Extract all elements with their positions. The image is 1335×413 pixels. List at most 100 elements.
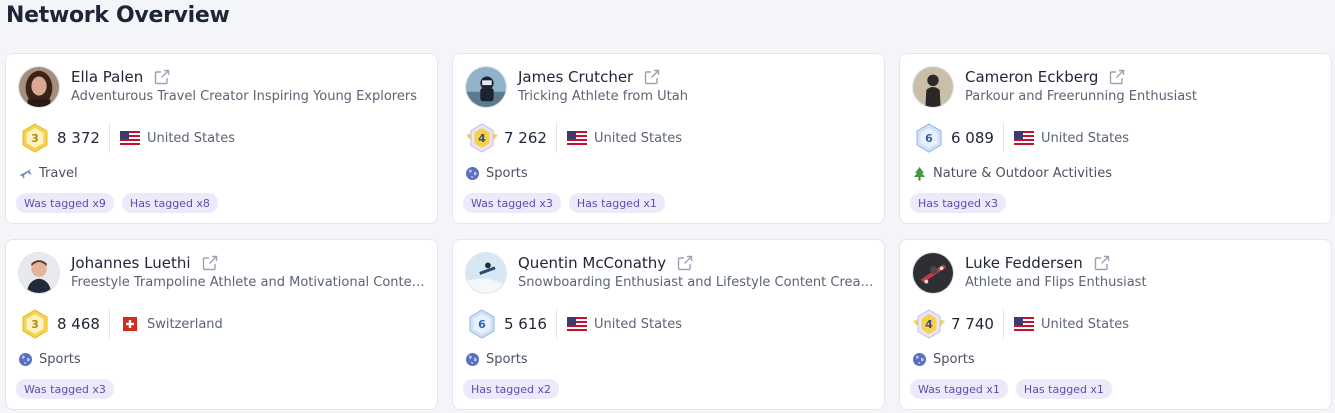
external-link-icon[interactable] [153, 68, 171, 86]
profile-card[interactable]: Johannes Luethi Freestyle Trampoline Ath… [5, 239, 438, 410]
tag-list: Was tagged x9 Has tagged x8 [16, 193, 218, 213]
profile-stats: 3 8 468 Switzerland [18, 309, 223, 339]
tag-pill[interactable]: Was tagged x9 [16, 193, 114, 213]
tag-pill[interactable]: Has tagged x3 [910, 193, 1007, 213]
rank-number: 6 [925, 131, 933, 145]
divider [555, 309, 557, 339]
tag-list: Was tagged x3 [16, 379, 114, 399]
profile-headline: Tricking Athlete from Utah [518, 89, 688, 104]
tag-list: Has tagged x3 [910, 193, 1007, 213]
category: Sports [465, 350, 528, 368]
profile-headline: Parkour and Freerunning Enthusiast [965, 89, 1198, 104]
profile-stats: 4 7 262 United States [465, 123, 682, 153]
category: Travel [18, 164, 78, 182]
category-label: Sports [39, 351, 81, 367]
page-title: Network Overview [6, 3, 230, 28]
profile-card[interactable]: Cameron Eckberg Parkour and Freerunning … [899, 53, 1332, 224]
profile-stats: 6 5 616 United States [465, 309, 682, 339]
globe-icon [465, 166, 480, 181]
winged-rank-badge-icon: 4 [465, 123, 499, 153]
profile-headline: Snowboarding Enthusiast and Lifestyle Co… [518, 275, 878, 290]
external-link-icon[interactable] [1093, 254, 1111, 272]
follower-count: 7 262 [504, 129, 547, 147]
divider [1002, 123, 1004, 153]
avatar[interactable] [18, 66, 60, 108]
tag-pill[interactable]: Was tagged x3 [463, 193, 561, 213]
category: Sports [912, 350, 975, 368]
country-label: United States [146, 130, 235, 146]
profile-name[interactable]: Luke Feddersen [965, 254, 1083, 272]
external-link-icon[interactable] [201, 254, 219, 272]
profile-card[interactable]: Luke Feddersen Athlete and Flips Enthusi… [899, 239, 1332, 410]
category-label: Nature & Outdoor Activities [933, 165, 1112, 181]
tag-pill[interactable]: Was tagged x3 [16, 379, 114, 399]
category-label: Sports [486, 165, 528, 181]
us-flag-icon [566, 131, 587, 145]
tag-pill[interactable]: Has tagged x8 [121, 193, 218, 213]
swiss-flag-icon [120, 317, 140, 331]
avatar[interactable] [912, 66, 954, 108]
tag-list: Has tagged x2 [463, 379, 560, 399]
follower-count: 8 468 [57, 315, 100, 333]
profile-name[interactable]: Ella Palen [71, 68, 143, 86]
country-label: United States [1040, 130, 1129, 146]
rank-number: 6 [478, 317, 486, 331]
profile-name[interactable]: James Crutcher [518, 68, 633, 86]
profile-stats: 6 6 089 United States [912, 123, 1129, 153]
follower-count: 6 089 [951, 129, 994, 147]
category: Nature & Outdoor Activities [912, 164, 1112, 182]
profile-card[interactable]: James Crutcher Tricking Athlete from Uta… [452, 53, 885, 224]
avatar[interactable] [912, 252, 954, 294]
gold-rank-badge-icon: 3 [18, 123, 52, 153]
profile-card[interactable]: Quentin McConathy Snowboarding Enthusias… [452, 239, 885, 410]
tag-list: Was tagged x3 Has tagged x1 [463, 193, 665, 213]
divider [108, 309, 110, 339]
follower-count: 8 372 [57, 129, 100, 147]
tag-pill[interactable]: Was tagged x1 [910, 379, 1008, 399]
category: Sports [18, 350, 81, 368]
external-link-icon[interactable] [643, 68, 661, 86]
category-label: Sports [486, 351, 528, 367]
follower-count: 5 616 [504, 315, 547, 333]
profile-name[interactable]: Cameron Eckberg [965, 68, 1098, 86]
avatar[interactable] [18, 252, 60, 294]
follower-count: 7 740 [951, 315, 994, 333]
airplane-icon [18, 166, 33, 181]
profile-name[interactable]: Quentin McConathy [518, 254, 666, 272]
blue-rank-badge-icon: 6 [912, 123, 946, 153]
external-link-icon[interactable] [676, 254, 694, 272]
profile-stats: 3 8 372 United States [18, 123, 235, 153]
tag-pill[interactable]: Has tagged x1 [1015, 379, 1112, 399]
category: Sports [465, 164, 528, 182]
globe-icon [18, 352, 33, 367]
tag-list: Was tagged x1 Has tagged x1 [910, 379, 1112, 399]
country-label: United States [593, 130, 682, 146]
profile-card[interactable]: Ella Palen Adventurous Travel Creator In… [5, 53, 438, 224]
divider [1002, 309, 1004, 339]
avatar[interactable] [465, 252, 507, 294]
globe-icon [465, 352, 480, 367]
rank-number: 3 [31, 317, 39, 331]
profile-name[interactable]: Johannes Luethi [71, 254, 191, 272]
profile-stats: 4 7 740 United States [912, 309, 1129, 339]
us-flag-icon [1013, 131, 1034, 145]
us-flag-icon [119, 131, 140, 145]
us-flag-icon [566, 317, 587, 331]
rank-number: 4 [925, 317, 933, 331]
avatar[interactable] [465, 66, 507, 108]
profile-grid: Ella Palen Adventurous Travel Creator In… [5, 53, 1332, 410]
external-link-icon[interactable] [1108, 68, 1126, 86]
rank-number: 4 [478, 131, 486, 145]
winged-rank-badge-icon: 4 [912, 309, 946, 339]
country-label: United States [593, 316, 682, 332]
us-flag-icon [1013, 317, 1034, 331]
tree-icon [912, 166, 927, 181]
country-label: Switzerland [146, 316, 223, 332]
globe-icon [912, 352, 927, 367]
profile-headline: Athlete and Flips Enthusiast [965, 275, 1147, 290]
tag-pill[interactable]: Has tagged x2 [463, 379, 560, 399]
category-label: Sports [933, 351, 975, 367]
tag-pill[interactable]: Has tagged x1 [568, 193, 665, 213]
country-label: United States [1040, 316, 1129, 332]
divider [555, 123, 557, 153]
